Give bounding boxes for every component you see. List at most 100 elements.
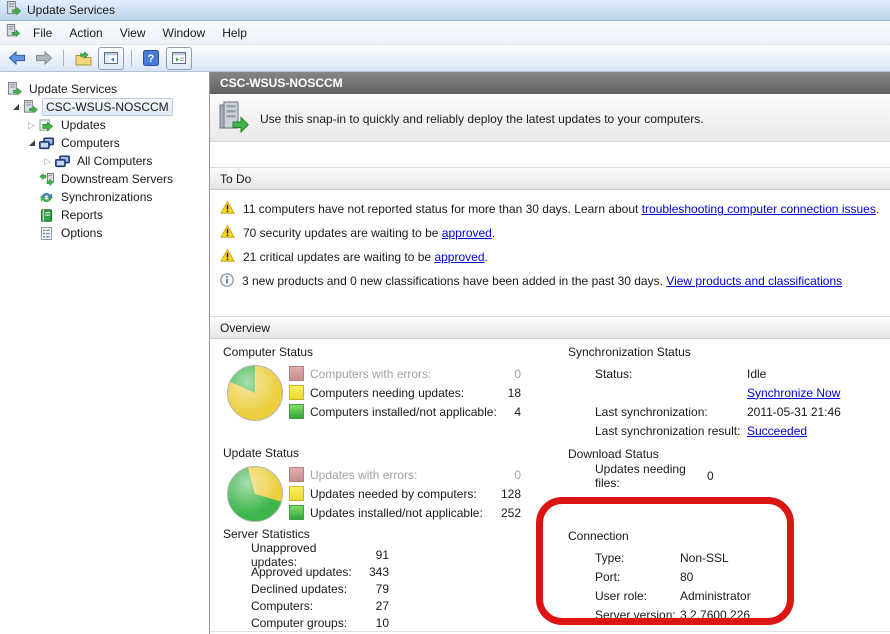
kv-value: Administrator: [680, 589, 751, 603]
stat-value: 343: [359, 565, 389, 579]
menu-bar: File Action View Window Help: [0, 21, 890, 45]
menu-action[interactable]: Action: [61, 23, 110, 43]
toolbar-separator: [131, 50, 132, 66]
kv-label: Updates needing files:: [595, 462, 707, 490]
todo-link-troubleshooting[interactable]: troubleshooting computer connection issu…: [642, 202, 876, 216]
tree-item-updates[interactable]: ▷ Updates: [0, 116, 209, 134]
stat-value: 79: [359, 582, 389, 596]
tree-item-label[interactable]: CSC-WSUS-NOSCCM: [42, 98, 173, 116]
tree-item-csc-wsus-nosccm[interactable]: CSC-WSUS-NOSCCM: [0, 98, 209, 116]
todo-text: 11 computers have not reported status fo…: [243, 202, 642, 216]
connection-title: Connection: [568, 529, 751, 543]
todo-link-approve-critical[interactable]: approved: [434, 250, 484, 264]
kv-label: Status:: [595, 367, 747, 381]
stat-row: Computer groups:10: [251, 614, 389, 631]
stat-label: Approved updates:: [251, 565, 359, 579]
menu-help[interactable]: Help: [214, 23, 255, 43]
legend-label: Updates installed/not applicable:: [310, 506, 495, 520]
kv-value: 2011-05-31 21:46: [747, 405, 841, 419]
sync-result-link[interactable]: Succeeded: [747, 424, 807, 438]
tree-item-label[interactable]: Reports: [58, 207, 106, 223]
legend-row: Updates with errors: 0: [289, 465, 521, 484]
tree-item-label[interactable]: Computers: [58, 135, 123, 151]
todo-item: 3 new products and 0 new classifications…: [220, 269, 890, 293]
menu-view[interactable]: View: [112, 23, 154, 43]
stat-value: 91: [359, 548, 389, 562]
overview-title: Overview: [220, 321, 270, 335]
menu-window[interactable]: Window: [155, 23, 214, 43]
expander-expanded-icon[interactable]: [25, 140, 38, 146]
tree-item-computers[interactable]: Computers: [0, 134, 209, 152]
overview-section: Overview Computer Status Computers with …: [210, 316, 890, 632]
kv-label: Last synchronization result:: [595, 424, 747, 438]
export-icon[interactable]: [71, 48, 95, 69]
show-console-tree-icon[interactable]: [98, 47, 124, 70]
expander-collapsed-icon[interactable]: ▷: [25, 120, 38, 131]
legend-row: Computers installed/not applicable: 4: [289, 402, 521, 421]
legend-value: 252: [495, 506, 521, 520]
kv-value: Idle: [747, 367, 766, 381]
todo-link-view-products[interactable]: View products and classifications: [666, 274, 842, 288]
stat-row: Computers:27: [251, 597, 389, 614]
tree-item-label[interactable]: Synchronizations: [58, 189, 155, 205]
tree-item-label[interactable]: All Computers: [74, 153, 155, 169]
tree-item-options[interactable]: Options: [0, 224, 209, 242]
tree-item-reports[interactable]: Reports: [0, 206, 209, 224]
stat-row: Declined updates:79: [251, 580, 389, 597]
tree-item-label[interactable]: Downstream Servers: [58, 171, 176, 187]
todo-link-approve-security[interactable]: approved: [442, 226, 492, 240]
todo-section-header: To Do: [210, 167, 890, 190]
expander-expanded-icon[interactable]: [9, 104, 22, 110]
legend-row: Updates installed/not applicable: 252: [289, 503, 521, 522]
kv-row: Type:Non-SSL: [595, 548, 751, 567]
tree-item-label[interactable]: Options: [58, 225, 105, 241]
synchronization-status-title: Synchronization Status: [568, 345, 841, 359]
window-title: Update Services: [27, 3, 115, 17]
expander-collapsed-icon[interactable]: ▷: [41, 156, 54, 167]
tree-item-all-computers[interactable]: ▷ All Computers: [0, 152, 209, 170]
stat-label: Computer groups:: [251, 616, 359, 630]
kv-row: Updates needing files:0: [595, 466, 714, 485]
legend-label: Computers needing updates:: [310, 386, 495, 400]
new-window-icon[interactable]: [166, 47, 192, 70]
kv-row: Server version:3.2.7600.226: [595, 605, 751, 624]
kv-row: Status:Idle: [595, 364, 841, 383]
legend-label: Updates needed by computers:: [310, 487, 495, 501]
wsus-console-icon: [6, 24, 20, 41]
download-status-title: Download Status: [568, 447, 714, 461]
kv-row: Port:80: [595, 567, 751, 586]
forward-icon[interactable]: [32, 48, 56, 69]
connection-block: Connection Type:Non-SSL Port:80 User rol…: [568, 529, 751, 624]
tree-item-downstream-servers[interactable]: Downstream Servers: [0, 170, 209, 188]
wsus-server-icon: [6, 82, 23, 97]
synchronize-now-link[interactable]: Synchronize Now: [747, 386, 840, 400]
menu-file[interactable]: File: [25, 23, 60, 43]
synchronizations-icon: [38, 190, 55, 205]
tree-item-label[interactable]: Update Services: [26, 81, 120, 97]
kv-value: 3.2.7600.226: [680, 608, 750, 622]
computer-status-block: Computer Status Computers with errors: 0: [223, 345, 521, 421]
legend-value: 128: [495, 487, 521, 501]
legend-label: Computers installed/not applicable:: [310, 405, 497, 419]
update-status-title: Update Status: [223, 446, 521, 460]
kv-label: Last synchronization:: [595, 405, 747, 419]
legend-row: Updates needed by computers: 128: [289, 484, 521, 503]
results-pane-header: CSC-WSUS-NOSCCM: [210, 72, 890, 95]
tree-item-label[interactable]: Updates: [58, 117, 109, 133]
legend-value: 0: [495, 468, 521, 482]
help-icon[interactable]: ?: [139, 48, 163, 69]
results-pane: CSC-WSUS-NOSCCM Use this snap-in to quic…: [210, 72, 890, 634]
wsus-console-icon: [6, 1, 21, 19]
kv-value: 80: [680, 570, 693, 584]
toolbar: ?: [0, 45, 890, 72]
tree-item-synchronizations[interactable]: Synchronizations: [0, 188, 209, 206]
download-status-block: Download Status Updates needing files:0: [568, 447, 714, 485]
wsus-server-icon: [22, 100, 39, 115]
kv-value: 0: [707, 469, 714, 483]
stat-row: Approved updates:343: [251, 563, 389, 580]
legend-row: Computers needing updates: 18: [289, 383, 521, 402]
back-icon[interactable]: [5, 48, 29, 69]
tree-item-update-services[interactable]: Update Services: [0, 80, 209, 98]
kv-label: Port:: [595, 570, 680, 584]
window-titlebar[interactable]: Update Services: [0, 0, 890, 21]
